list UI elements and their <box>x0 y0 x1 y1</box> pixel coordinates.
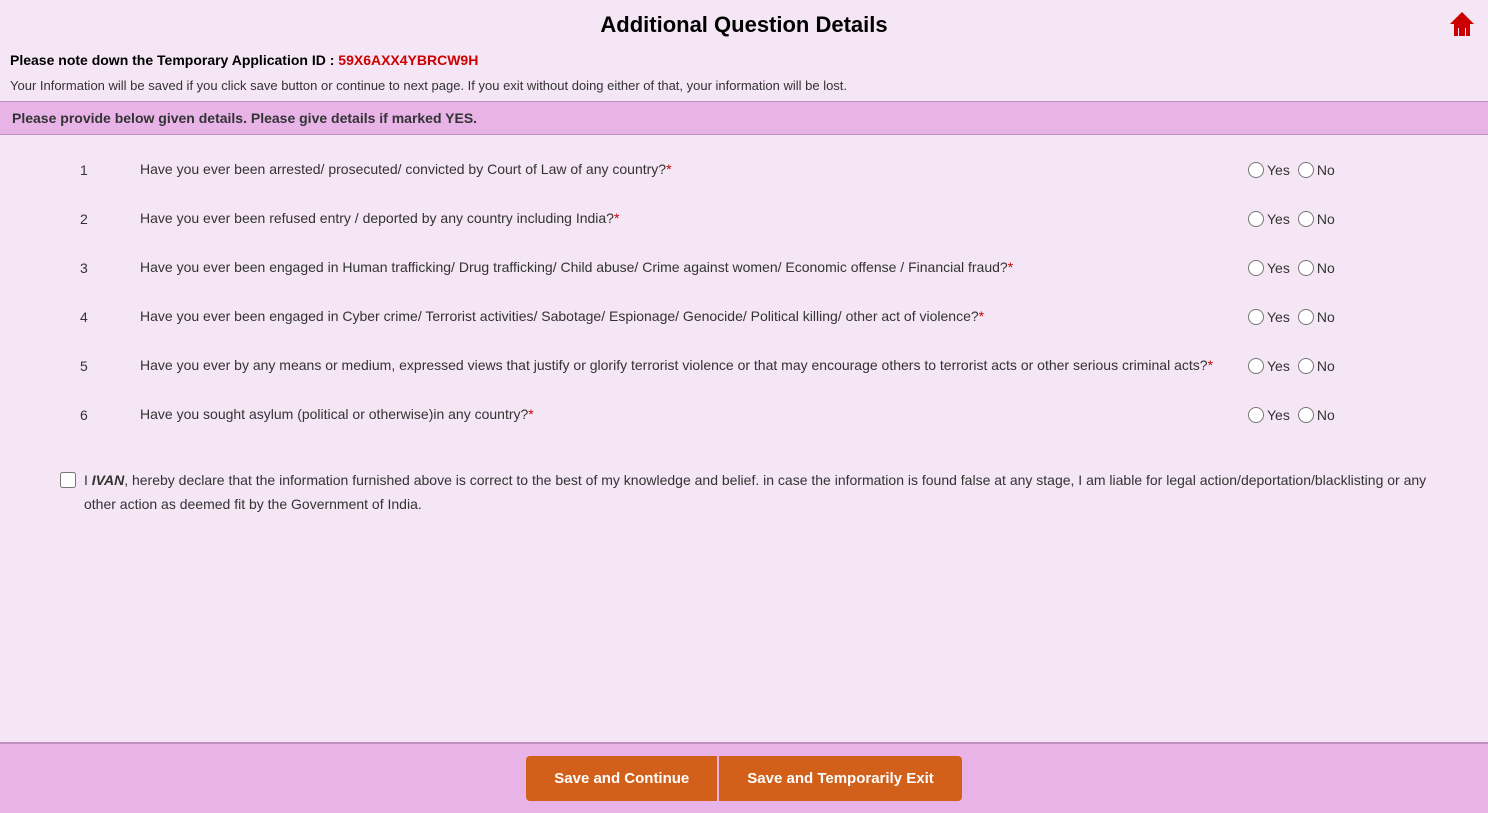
yes-radio-6[interactable] <box>1248 407 1264 423</box>
declaration-checkbox[interactable] <box>60 472 76 488</box>
questions-area: 1 Have you ever been arrested/ prosecute… <box>0 135 1488 449</box>
yes-label-5: Yes <box>1267 358 1290 374</box>
question-number-1: 1 <box>80 162 140 178</box>
question-options-5: Yes No <box>1248 358 1408 374</box>
question-row-1: 1 Have you ever been arrested/ prosecute… <box>20 145 1468 194</box>
yes-option-6[interactable]: Yes <box>1248 407 1290 423</box>
question-number-2: 2 <box>80 211 140 227</box>
question-row-4: 4 Have you ever been engaged in Cyber cr… <box>20 292 1468 341</box>
save-exit-button[interactable]: Save and Temporarily Exit <box>719 756 961 801</box>
no-radio-1[interactable] <box>1298 162 1314 178</box>
no-label-1: No <box>1317 162 1335 178</box>
no-option-1[interactable]: No <box>1298 162 1335 178</box>
question-number-4: 4 <box>80 309 140 325</box>
required-marker-4: * <box>979 308 984 324</box>
question-text-2: Have you ever been refused entry / depor… <box>140 208 1248 229</box>
no-radio-5[interactable] <box>1298 358 1314 374</box>
notice-bar: Please provide below given details. Plea… <box>0 101 1488 135</box>
question-text-6: Have you sought asylum (political or oth… <box>140 404 1248 425</box>
declaration-label[interactable]: I IVAN, hereby declare that the informat… <box>60 469 1428 517</box>
no-option-2[interactable]: No <box>1298 211 1335 227</box>
question-options-6: Yes No <box>1248 407 1408 423</box>
no-option-4[interactable]: No <box>1298 309 1335 325</box>
info-text: Your Information will be saved if you cl… <box>0 74 1488 101</box>
content-body: Please note down the Temporary Applicati… <box>0 46 1488 613</box>
page-title: Additional Question Details <box>0 12 1488 38</box>
question-row-6: 6 Have you sought asylum (political or o… <box>20 390 1468 439</box>
yes-label-1: Yes <box>1267 162 1290 178</box>
yes-label-4: Yes <box>1267 309 1290 325</box>
declaration-name: IVAN <box>92 472 124 488</box>
yes-radio-5[interactable] <box>1248 358 1264 374</box>
required-marker-3: * <box>1008 259 1013 275</box>
no-label-4: No <box>1317 309 1335 325</box>
yes-radio-2[interactable] <box>1248 211 1264 227</box>
no-option-5[interactable]: No <box>1298 358 1335 374</box>
required-marker-1: * <box>666 161 671 177</box>
temp-id-label: Please note down the Temporary Applicati… <box>10 52 334 68</box>
no-label-6: No <box>1317 407 1335 423</box>
declaration-text: I IVAN, hereby declare that the informat… <box>60 469 1428 517</box>
no-radio-2[interactable] <box>1298 211 1314 227</box>
question-row-3: 3 Have you ever been engaged in Human tr… <box>20 243 1468 292</box>
question-number-3: 3 <box>80 260 140 276</box>
question-text-3: Have you ever been engaged in Human traf… <box>140 257 1248 278</box>
page-header: Additional Question Details <box>0 0 1488 46</box>
question-text-5: Have you ever by any means or medium, ex… <box>140 355 1248 376</box>
yes-option-2[interactable]: Yes <box>1248 211 1290 227</box>
declaration-area: I IVAN, hereby declare that the informat… <box>0 449 1488 533</box>
yes-radio-1[interactable] <box>1248 162 1264 178</box>
yes-label-3: Yes <box>1267 260 1290 276</box>
no-label-2: No <box>1317 211 1335 227</box>
question-row-5: 5 Have you ever by any means or medium, … <box>20 341 1468 390</box>
declaration-content: I IVAN, hereby declare that the informat… <box>84 469 1428 517</box>
no-label-3: No <box>1317 260 1335 276</box>
footer-buttons: Save and Continue Save and Temporarily E… <box>0 742 1488 813</box>
no-option-6[interactable]: No <box>1298 407 1335 423</box>
no-radio-4[interactable] <box>1298 309 1314 325</box>
question-number-6: 6 <box>80 407 140 423</box>
question-text-1: Have you ever been arrested/ prosecuted/… <box>140 159 1248 180</box>
no-radio-6[interactable] <box>1298 407 1314 423</box>
required-marker-2: * <box>614 210 619 226</box>
question-options-4: Yes No <box>1248 309 1408 325</box>
yes-label-2: Yes <box>1267 211 1290 227</box>
required-marker-5: * <box>1208 357 1213 373</box>
yes-option-1[interactable]: Yes <box>1248 162 1290 178</box>
temp-id-row: Please note down the Temporary Applicati… <box>0 46 1488 74</box>
question-number-5: 5 <box>80 358 140 374</box>
question-row-2: 2 Have you ever been refused entry / dep… <box>20 194 1468 243</box>
yes-label-6: Yes <box>1267 407 1290 423</box>
no-label-5: No <box>1317 358 1335 374</box>
question-options-2: Yes No <box>1248 211 1408 227</box>
temp-id-value: 59X6AXX4YBRCW9H <box>338 52 478 68</box>
yes-radio-4[interactable] <box>1248 309 1264 325</box>
required-marker-6: * <box>528 406 533 422</box>
question-text-4: Have you ever been engaged in Cyber crim… <box>140 306 1248 327</box>
yes-option-4[interactable]: Yes <box>1248 309 1290 325</box>
home-icon[interactable] <box>1446 8 1478 40</box>
yes-radio-3[interactable] <box>1248 260 1264 276</box>
question-options-1: Yes No <box>1248 162 1408 178</box>
question-options-3: Yes No <box>1248 260 1408 276</box>
yes-option-3[interactable]: Yes <box>1248 260 1290 276</box>
save-continue-button[interactable]: Save and Continue <box>526 756 717 801</box>
yes-option-5[interactable]: Yes <box>1248 358 1290 374</box>
no-option-3[interactable]: No <box>1298 260 1335 276</box>
no-radio-3[interactable] <box>1298 260 1314 276</box>
page-wrapper: Additional Question Details Please note … <box>0 0 1488 813</box>
